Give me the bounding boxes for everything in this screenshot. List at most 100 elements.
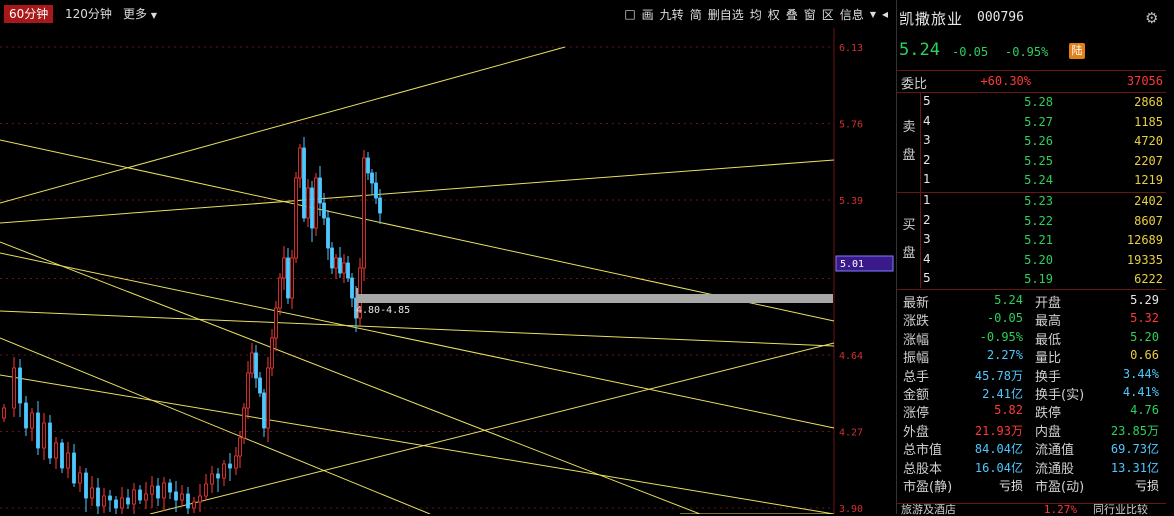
ask-volume: 2868 [1134,95,1163,109]
gear-icon[interactable]: ⚙ [1145,9,1158,27]
bid-volume: 19335 [1126,252,1163,267]
timeframe-60min-tab[interactable]: 60分钟 [4,5,54,23]
candle-body [36,412,40,449]
bid-row[interactable]: 1 5.23 2402 [921,192,1167,212]
more-label: 更多 [123,7,148,21]
industry-footer: 旅游及酒店 1.27% 同行业比较 [897,504,1167,516]
ask-row[interactable]: 1 5.24 1219 [921,171,1167,191]
stat-label: 金额 [903,388,930,403]
quote-panel: 凯撒旅业 000796 ⚙ 5.24 -0.05 -0.95% 陆 委比 +60… [896,0,1167,516]
ratio-label: 委比 [901,77,928,92]
ratio-pct: +60.30% [980,74,1031,88]
simple-button[interactable]: 简 [689,6,703,23]
overlay-button[interactable]: 叠 [785,6,799,23]
bid-row[interactable]: 5 5.19 6222 [921,270,1167,290]
trendline[interactable] [0,139,835,322]
collapse-panel-icon[interactable]: ◂ [881,7,889,21]
bid-row[interactable]: 2 5.22 8607 [921,212,1167,232]
trendline[interactable] [0,374,835,514]
bid-volume: 6222 [1134,272,1163,287]
price-gridlines [0,46,834,509]
stat-value: 5.32 [1130,311,1159,326]
more-timeframes-menu[interactable]: 更多 ▼ [118,5,162,23]
ask-row[interactable]: 3 5.26 4720 [921,132,1167,152]
ask-row[interactable]: 2 5.25 2207 [921,152,1167,172]
stat-value: 亏损 [998,479,1023,493]
candle-body [274,307,278,339]
candle-body [150,485,154,495]
candle-body [222,463,226,479]
stat-row: 涨跌 -0.05 最高 5.32 [897,309,1167,329]
window-button[interactable]: 窗 [803,6,817,23]
price-axis-label: 4.64 [839,351,863,362]
range-button[interactable]: 区 [821,6,835,23]
candle-body [90,487,94,499]
candle-body [342,262,346,274]
stat-value: 23.85万 [1110,423,1159,438]
panel-edge [1166,0,1174,514]
bid-row[interactable]: 4 5.20 19335 [921,251,1167,271]
candle-body [12,367,16,409]
stat-label: 最低 [1035,332,1062,348]
stat-row: 外盘 21.93万 内盘 23.85万 [897,420,1167,440]
rights-button[interactable]: 权 [767,6,781,23]
bid-price: 5.20 [1024,252,1053,267]
ask-price: 5.28 [1024,95,1053,109]
candle-body [350,277,354,299]
info-dropdown-icon[interactable]: ▼ [869,10,877,19]
sell-side-label: 卖 盘 [902,120,916,163]
trendline[interactable] [0,159,835,224]
price-axis-label: 3.90 [839,504,863,514]
stat-label: 振幅 [903,351,930,367]
info-button[interactable]: 信息 [839,6,865,23]
stat-value: 亏损 [1134,479,1159,493]
candle-body [290,257,294,299]
stat-row: 总手 45.78万 换手 3.44% [897,365,1167,385]
bid-price: 5.21 [1024,233,1053,248]
candle-body [114,499,118,509]
bid-level: 5 [923,271,931,286]
candle-body [156,485,160,499]
industry-compare-link[interactable]: 同行业比较 [1093,504,1148,516]
stat-value: 84.04亿 [974,442,1023,457]
nine-turn-button[interactable]: 九转 [659,6,685,23]
price-zone-bar[interactable] [357,294,833,303]
stat-label: 总手 [903,369,930,385]
candle-body [286,257,290,299]
bid-volume: 8607 [1134,213,1163,228]
candles [2,137,382,514]
chart-toolbar: 60分钟 120分钟 更多 ▼ □ 画 九转 简 删自选 均 权 叠 窗 区 信… [0,0,895,28]
stat-row: 金额 2.41亿 换手(实) 4.41% [897,383,1167,403]
stat-label: 量比 [1035,351,1062,367]
candlestick-chart[interactable]: 4.80-4.85 6.13 5.76 5.39 4.64 4.27 3.90 5.01 [0,28,895,514]
industry-name[interactable]: 旅游及酒店 [901,504,956,516]
square-tool-icon[interactable]: □ [623,7,636,21]
candle-body [18,367,22,404]
stat-row: 振幅 2.27% 量比 0.66 [897,346,1167,367]
draw-tool-button[interactable]: 画 [641,6,655,23]
ma-button[interactable]: 均 [749,6,763,23]
stat-label: 内盘 [1035,424,1062,440]
ask-row[interactable]: 5 5.28 2868 [921,93,1167,113]
stat-label: 跌停 [1035,406,1062,422]
candle-body [54,442,58,459]
buy-side-label: 买 盘 [902,218,916,261]
ask-row[interactable]: 4 5.27 1185 [921,113,1167,133]
stat-value: 13.31亿 [1110,460,1159,475]
candle-body [210,473,214,485]
ask-price: 5.26 [1024,134,1053,149]
trendline[interactable] [0,337,431,514]
candle-body [96,487,100,507]
candle-body [84,472,88,499]
side-divider [920,92,921,288]
bid-row[interactable]: 3 5.21 12689 [921,231,1167,251]
candle-body [326,217,330,249]
timeframe-120min-tab[interactable]: 120分钟 [60,5,117,23]
candle-body [318,177,322,204]
candle-body [120,497,124,509]
ask-level: 1 [923,172,931,187]
trendline[interactable] [0,46,566,204]
remove-watchlist-button[interactable]: 删自选 [707,6,745,23]
candle-body [60,442,64,469]
connect-badge[interactable]: 陆 [1069,43,1085,59]
